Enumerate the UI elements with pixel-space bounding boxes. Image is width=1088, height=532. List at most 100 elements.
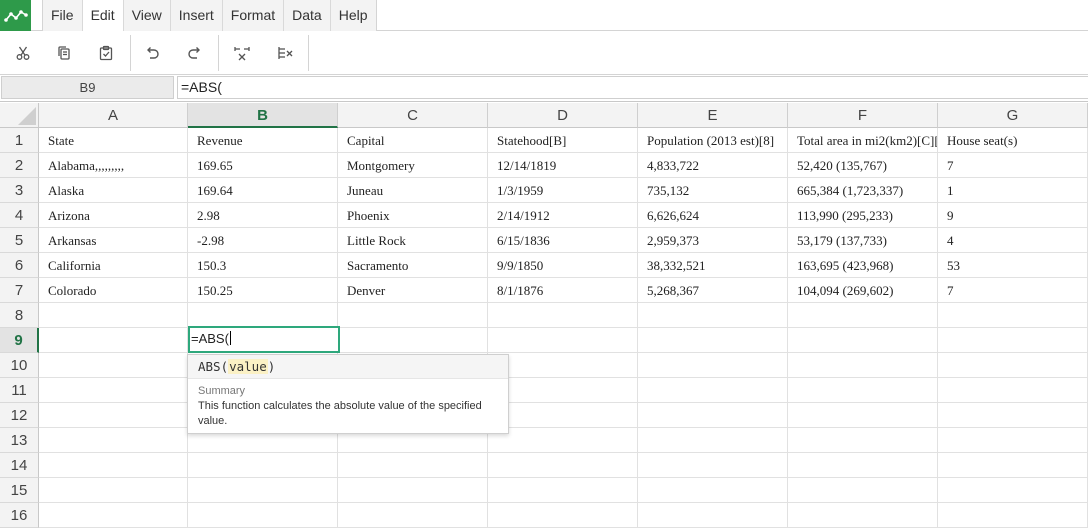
cell-c3[interactable]: Juneau xyxy=(338,178,488,203)
menu-data[interactable]: Data xyxy=(284,0,331,31)
row-header-5[interactable]: 5 xyxy=(0,228,39,253)
cell-d7[interactable]: 8/1/1876 xyxy=(488,278,638,303)
cell-e16[interactable] xyxy=(638,503,788,528)
cell-c4[interactable]: Phoenix xyxy=(338,203,488,228)
cell-e9[interactable] xyxy=(638,328,788,353)
cell-f1[interactable]: Total area in mi2(km2)[C][ xyxy=(788,128,938,153)
cell-a9[interactable] xyxy=(39,328,188,353)
menu-edit[interactable]: Edit xyxy=(82,0,124,31)
cell-g14[interactable] xyxy=(938,453,1088,478)
cell-g15[interactable] xyxy=(938,478,1088,503)
column-header-b[interactable]: B xyxy=(188,103,338,128)
cell-a3[interactable]: Alaska xyxy=(39,178,188,203)
cell-c16[interactable] xyxy=(338,503,488,528)
column-header-g[interactable]: G xyxy=(938,103,1088,128)
cell-a12[interactable] xyxy=(39,403,188,428)
cell-a15[interactable] xyxy=(39,478,188,503)
cell-b16[interactable] xyxy=(188,503,338,528)
cell-e8[interactable] xyxy=(638,303,788,328)
cell-a1[interactable]: State xyxy=(39,128,188,153)
cell-b1[interactable]: Revenue xyxy=(188,128,338,153)
cell-c8[interactable] xyxy=(338,303,488,328)
cell-e11[interactable] xyxy=(638,378,788,403)
cell-e3[interactable]: 735,132 xyxy=(638,178,788,203)
cell-a7[interactable]: Colorado xyxy=(39,278,188,303)
cell-g5[interactable]: 4 xyxy=(938,228,1088,253)
row-header-9[interactable]: 9 xyxy=(0,328,39,353)
cell-g8[interactable] xyxy=(938,303,1088,328)
cell-f14[interactable] xyxy=(788,453,938,478)
cell-f9[interactable] xyxy=(788,328,938,353)
cell-b2[interactable]: 169.65 xyxy=(188,153,338,178)
cell-a2[interactable]: Alabama,,,,,,,,, xyxy=(39,153,188,178)
cell-a11[interactable] xyxy=(39,378,188,403)
menu-view[interactable]: View xyxy=(124,0,171,31)
cell-a5[interactable]: Arkansas xyxy=(39,228,188,253)
row-header-13[interactable]: 13 xyxy=(0,428,39,453)
cell-c6[interactable]: Sacramento xyxy=(338,253,488,278)
cell-e12[interactable] xyxy=(638,403,788,428)
menu-help[interactable]: Help xyxy=(331,0,376,31)
cell-g11[interactable] xyxy=(938,378,1088,403)
formula-input[interactable]: =ABS( xyxy=(177,76,1088,99)
cell-e6[interactable]: 38,332,521 xyxy=(638,253,788,278)
cell-c15[interactable] xyxy=(338,478,488,503)
cell-g4[interactable]: 9 xyxy=(938,203,1088,228)
cell-d14[interactable] xyxy=(488,453,638,478)
column-header-a[interactable]: A xyxy=(39,103,188,128)
column-header-f[interactable]: F xyxy=(788,103,938,128)
cell-c5[interactable]: Little Rock xyxy=(338,228,488,253)
row-header-2[interactable]: 2 xyxy=(0,153,39,178)
cell-d15[interactable] xyxy=(488,478,638,503)
cell-c2[interactable]: Montgomery xyxy=(338,153,488,178)
row-header-14[interactable]: 14 xyxy=(0,453,39,478)
cell-a4[interactable]: Arizona xyxy=(39,203,188,228)
undo-icon[interactable] xyxy=(140,41,164,65)
cell-b6[interactable]: 150.3 xyxy=(188,253,338,278)
name-box[interactable]: B9 xyxy=(1,76,174,99)
cell-g1[interactable]: House seat(s) xyxy=(938,128,1088,153)
cell-d9[interactable] xyxy=(488,328,638,353)
cell-d4[interactable]: 2/14/1912 xyxy=(488,203,638,228)
cell-f11[interactable] xyxy=(788,378,938,403)
redo-icon[interactable] xyxy=(183,41,207,65)
cell-a13[interactable] xyxy=(39,428,188,453)
cell-d2[interactable]: 12/14/1819 xyxy=(488,153,638,178)
cell-c1[interactable]: Capital xyxy=(338,128,488,153)
cell-e2[interactable]: 4,833,722 xyxy=(638,153,788,178)
cell-g13[interactable] xyxy=(938,428,1088,453)
cell-a10[interactable] xyxy=(39,353,188,378)
cell-d8[interactable] xyxy=(488,303,638,328)
cell-e10[interactable] xyxy=(638,353,788,378)
row-header-1[interactable]: 1 xyxy=(0,128,39,153)
cell-c7[interactable]: Denver xyxy=(338,278,488,303)
menu-format[interactable]: Format xyxy=(223,0,285,31)
cell-g3[interactable]: 1 xyxy=(938,178,1088,203)
cell-f7[interactable]: 104,094 (269,602) xyxy=(788,278,938,303)
cell-f15[interactable] xyxy=(788,478,938,503)
cell-e7[interactable]: 5,268,367 xyxy=(638,278,788,303)
cell-d10[interactable] xyxy=(488,353,638,378)
active-cell-editor[interactable]: =ABS( xyxy=(188,326,340,353)
menu-insert[interactable]: Insert xyxy=(171,0,223,31)
cell-b5[interactable]: -2.98 xyxy=(188,228,338,253)
paste-icon[interactable] xyxy=(94,41,118,65)
cell-g9[interactable] xyxy=(938,328,1088,353)
row-header-6[interactable]: 6 xyxy=(0,253,39,278)
cell-b8[interactable] xyxy=(188,303,338,328)
cell-e13[interactable] xyxy=(638,428,788,453)
cell-g6[interactable]: 53 xyxy=(938,253,1088,278)
cell-d11[interactable] xyxy=(488,378,638,403)
cell-d12[interactable] xyxy=(488,403,638,428)
row-header-7[interactable]: 7 xyxy=(0,278,39,303)
cell-f16[interactable] xyxy=(788,503,938,528)
row-header-8[interactable]: 8 xyxy=(0,303,39,328)
cell-g12[interactable] xyxy=(938,403,1088,428)
cell-e14[interactable] xyxy=(638,453,788,478)
cell-e5[interactable]: 2,959,373 xyxy=(638,228,788,253)
cell-g2[interactable]: 7 xyxy=(938,153,1088,178)
cell-b3[interactable]: 169.64 xyxy=(188,178,338,203)
cell-e4[interactable]: 6,626,624 xyxy=(638,203,788,228)
unmerge-cells-icon[interactable] xyxy=(273,41,297,65)
cell-d16[interactable] xyxy=(488,503,638,528)
